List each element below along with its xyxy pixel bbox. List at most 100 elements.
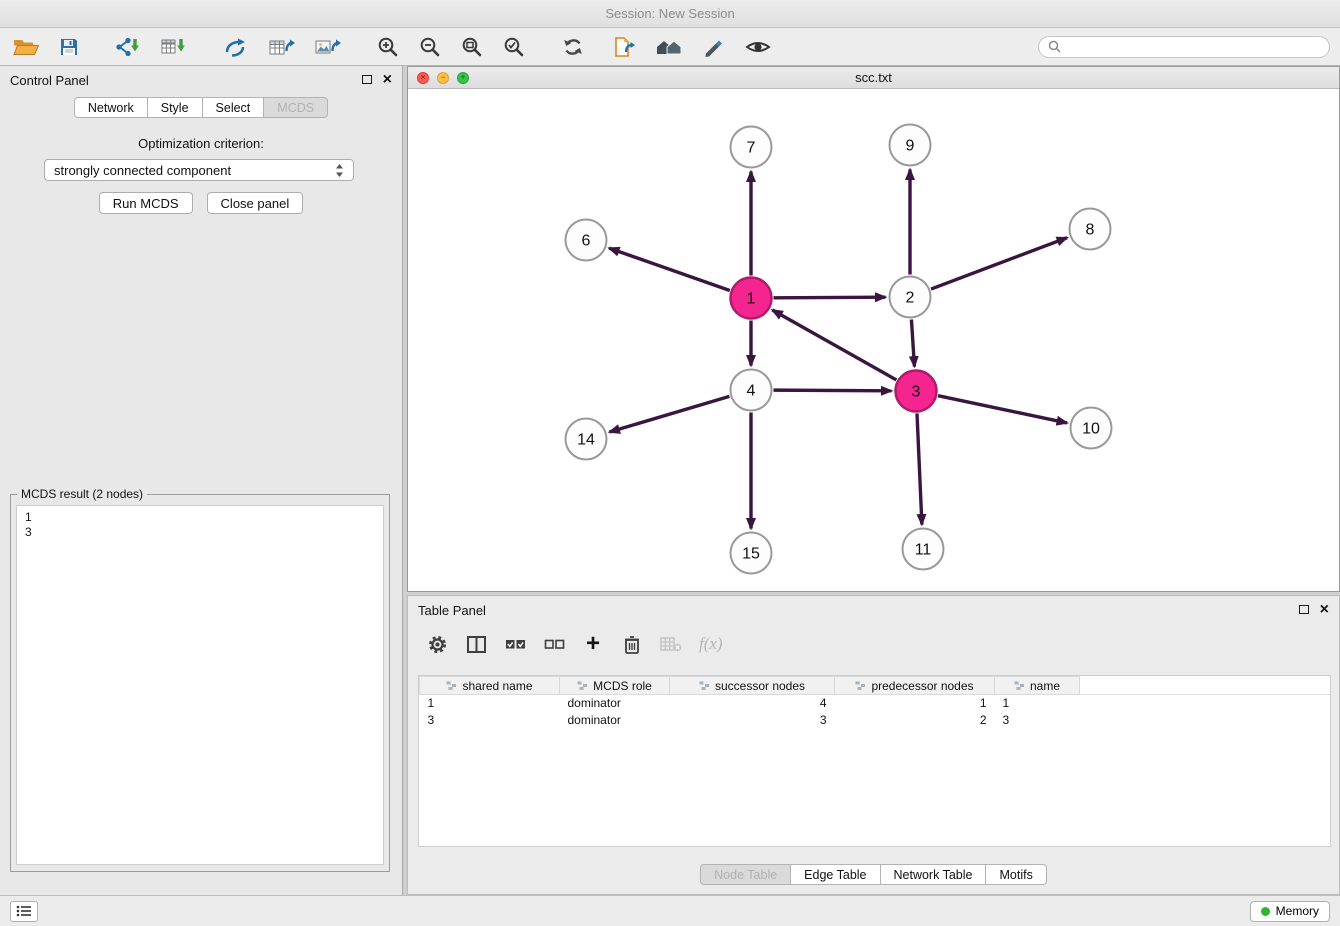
gear-icon xyxy=(427,634,448,655)
save-icon xyxy=(59,37,79,57)
zoom-selected-button[interactable] xyxy=(500,34,528,60)
chevron-up-down-icon xyxy=(335,163,344,178)
graph-node-15[interactable]: 15 xyxy=(731,533,772,574)
graph-edge-3-11[interactable] xyxy=(917,413,922,524)
graph-node-4[interactable]: 4 xyxy=(731,370,772,411)
show-hide-button[interactable] xyxy=(742,36,774,58)
tab-motifs[interactable]: Motifs xyxy=(986,864,1046,885)
network-view-window: × − + scc.txt 7 9 6 8 1 2 4 3 14 10 15 11 xyxy=(407,66,1340,592)
column-header-shared-name[interactable]: shared name xyxy=(420,677,560,695)
graph-edge-1-6[interactable] xyxy=(609,248,730,290)
minimize-window-icon[interactable]: − xyxy=(437,72,449,84)
unchecked-boxes-icon xyxy=(544,637,565,651)
run-mcds-button[interactable]: Run MCDS xyxy=(99,192,193,214)
refresh-button[interactable] xyxy=(558,35,588,59)
tab-mcds[interactable]: MCDS xyxy=(264,97,328,118)
graph-node-1[interactable]: 1 xyxy=(731,278,772,319)
column-header-MCDS-role[interactable]: MCDS role xyxy=(560,677,670,695)
memory-button[interactable]: Memory xyxy=(1250,901,1330,922)
deselect-all-button[interactable] xyxy=(543,637,565,651)
export-document-button[interactable] xyxy=(610,35,638,59)
criterion-dropdown[interactable]: strongly connected component xyxy=(44,159,354,181)
search-field[interactable] xyxy=(1038,36,1330,58)
zoom-out-button[interactable] xyxy=(416,34,444,60)
show-columns-button[interactable] xyxy=(465,636,487,653)
graph-edge-3-10[interactable] xyxy=(938,396,1067,423)
graph-edge-1-2[interactable] xyxy=(773,297,885,298)
tab-node-table[interactable]: Node Table xyxy=(700,864,791,885)
table-cell: 3 xyxy=(995,712,1080,729)
columns-icon xyxy=(467,636,486,653)
graph-node-2[interactable]: 2 xyxy=(890,277,931,318)
function-builder-button[interactable]: f(x) xyxy=(699,634,723,654)
graph-node-14[interactable]: 14 xyxy=(566,419,607,460)
svg-text:9: 9 xyxy=(906,138,915,155)
graph-node-6[interactable]: 6 xyxy=(566,220,607,261)
table-cell: 4 xyxy=(670,695,835,712)
add-column-button[interactable]: + xyxy=(582,634,604,653)
close-icon[interactable]: × xyxy=(383,74,392,87)
table-row[interactable]: 1dominator411 xyxy=(420,695,1331,712)
table-cell: dominator xyxy=(560,712,670,729)
delete-table-button[interactable] xyxy=(660,636,682,652)
delete-column-button[interactable] xyxy=(621,635,643,654)
list-icon xyxy=(16,905,32,917)
home-button[interactable] xyxy=(652,35,686,59)
graph-node-3[interactable]: 3 xyxy=(896,371,937,412)
close-window-icon[interactable]: × xyxy=(417,72,429,84)
graph-edge-4-3[interactable] xyxy=(773,390,891,391)
mcds-result-list[interactable]: 13 xyxy=(16,505,384,865)
close-icon[interactable]: × xyxy=(1320,604,1329,617)
search-input[interactable] xyxy=(1067,39,1320,55)
tab-network[interactable]: Network xyxy=(74,97,148,118)
new-network-button[interactable] xyxy=(220,35,252,59)
graph-node-7[interactable]: 7 xyxy=(731,127,772,168)
table-cell: 3 xyxy=(420,712,560,729)
graph-node-11[interactable]: 11 xyxy=(903,529,944,570)
tab-network-table[interactable]: Network Table xyxy=(881,864,987,885)
svg-text:14: 14 xyxy=(577,432,595,449)
float-window-icon[interactable] xyxy=(362,75,372,84)
graph-node-8[interactable]: 8 xyxy=(1070,209,1111,250)
network-canvas[interactable]: 7 9 6 8 1 2 4 3 14 10 15 11 xyxy=(408,89,1339,591)
graph-node-10[interactable]: 10 xyxy=(1071,408,1112,449)
svg-text:11: 11 xyxy=(915,542,932,559)
tab-style[interactable]: Style xyxy=(148,97,203,118)
float-window-icon[interactable] xyxy=(1299,605,1309,614)
import-network-button[interactable] xyxy=(112,35,144,59)
export-table-icon xyxy=(269,37,295,57)
graph-edge-4-14[interactable] xyxy=(609,396,729,432)
zoom-in-button[interactable] xyxy=(374,34,402,60)
table-cell: 1 xyxy=(835,695,995,712)
graph-edge-2-8[interactable] xyxy=(931,238,1067,289)
tab-select[interactable]: Select xyxy=(203,97,265,118)
tab-edge-table[interactable]: Edge Table xyxy=(791,864,880,885)
import-table-button[interactable] xyxy=(158,35,190,59)
control-panel: Control Panel × NetworkStyleSelectMCDS O… xyxy=(0,66,403,895)
column-header-predecessor-nodes[interactable]: predecessor nodes xyxy=(835,677,995,695)
select-all-button[interactable] xyxy=(504,637,526,651)
export-table-button[interactable] xyxy=(266,35,298,59)
table-row[interactable]: 3dominator323 xyxy=(420,712,1331,729)
graph-edge-2-3[interactable] xyxy=(911,319,914,366)
column-header-name[interactable]: name xyxy=(995,677,1080,695)
save-session-button[interactable] xyxy=(56,35,82,59)
table-cell: 1 xyxy=(995,695,1080,712)
network-window-title: scc.txt xyxy=(855,70,892,85)
close-panel-button[interactable]: Close panel xyxy=(207,192,304,214)
table-settings-button[interactable] xyxy=(426,634,448,655)
window-titlebar: Session: New Session xyxy=(0,0,1340,28)
node-table: shared nameMCDS rolesuccessor nodesprede… xyxy=(419,676,1330,729)
svg-text:8: 8 xyxy=(1086,222,1095,239)
maximize-window-icon[interactable]: + xyxy=(457,72,469,84)
export-image-button[interactable] xyxy=(312,35,344,59)
graph-node-9[interactable]: 9 xyxy=(890,125,931,166)
column-header-successor-nodes[interactable]: successor nodes xyxy=(670,677,835,695)
memory-label: Memory xyxy=(1276,904,1319,918)
open-session-button[interactable] xyxy=(10,35,42,59)
svg-text:2: 2 xyxy=(906,290,915,307)
panel-list-button[interactable] xyxy=(10,901,38,922)
zoom-fit-button[interactable] xyxy=(458,34,486,60)
style-button[interactable] xyxy=(700,35,728,59)
graph-edge-3-1[interactable] xyxy=(772,310,896,380)
